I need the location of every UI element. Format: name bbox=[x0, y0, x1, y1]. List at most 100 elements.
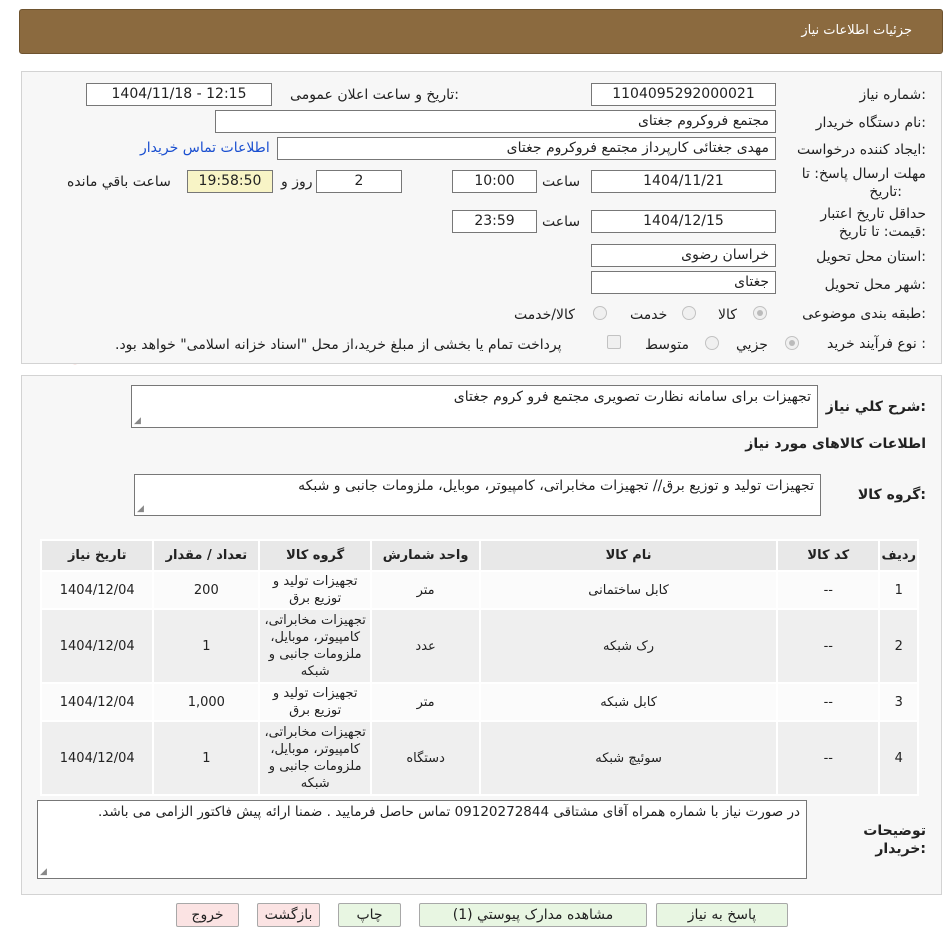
cell-code: -- bbox=[776, 570, 881, 610]
cell-name: رک شبکه bbox=[479, 608, 779, 684]
col-header-unit: واحد شمارش bbox=[370, 539, 482, 572]
cell-index: 2 bbox=[878, 608, 919, 684]
back-button[interactable]: بازگشت bbox=[257, 903, 320, 927]
requester-label: ایجاد کننده درخواست: bbox=[797, 142, 926, 158]
cell-date: 1404/12/04 bbox=[39, 608, 155, 684]
desc-label: شرح کلي نیاز: bbox=[825, 399, 926, 415]
category-goods-service-radio[interactable] bbox=[593, 306, 607, 320]
table-row: 1 -- کابل ساختمانی متر تجهیزات تولید و ت… bbox=[39, 570, 919, 610]
resize-grip-icon[interactable]: ◢ bbox=[134, 416, 141, 426]
col-header-name: نام کالا bbox=[479, 539, 779, 572]
col-header-code: کد کالا bbox=[776, 539, 881, 572]
cell-group: تجهیزات مخابراتی، کامپیوتر، موبایل، ملزو… bbox=[258, 720, 373, 796]
announce-field: 1404/11/18 - 12:15 bbox=[86, 83, 272, 106]
cell-unit: دستگاه bbox=[370, 720, 482, 796]
col-header-group: گروه کالا bbox=[258, 539, 373, 572]
exit-button[interactable]: خروج bbox=[176, 903, 239, 927]
cell-name: سوئیچ شبکه bbox=[479, 720, 779, 796]
process-minor-radio[interactable] bbox=[785, 336, 799, 350]
cell-qty: 200 bbox=[152, 570, 261, 610]
category-service-radio[interactable] bbox=[682, 306, 696, 320]
cell-unit: متر bbox=[370, 570, 482, 610]
group-text: تجهیزات تولید و توزیع برق// تجهیزات مخاب… bbox=[298, 478, 814, 494]
deadline-time-label: ساعت bbox=[542, 174, 581, 190]
province-field: خراسان رضوی bbox=[591, 244, 776, 267]
cell-group: تجهیزات تولید و توزیع برق bbox=[258, 570, 373, 610]
cell-code: -- bbox=[776, 608, 881, 684]
cell-group: تجهیزات تولید و توزیع برق bbox=[258, 682, 373, 722]
buyer-org-label: نام دستگاه خریدار: bbox=[815, 115, 926, 131]
items-table: ردیف کد کالا نام کالا واحد شمارش گروه کا… bbox=[39, 539, 919, 796]
category-label: طبقه بندی موضوعی: bbox=[802, 306, 926, 322]
notes-text: در صورت نیاز با شماره همراه آقای مشتاقی … bbox=[97, 804, 800, 820]
goods-info-title: اطلاعات کالاهای مورد نیاز bbox=[745, 436, 926, 452]
deadline-label-2: تاریخ: bbox=[869, 184, 902, 200]
need-number-label: شماره نیاز: bbox=[859, 87, 926, 103]
cell-code: -- bbox=[776, 682, 881, 722]
notes-label-2: خریدار: bbox=[875, 841, 926, 857]
cell-qty: 1,000 bbox=[152, 682, 261, 722]
notes-textarea: در صورت نیاز با شماره همراه آقای مشتاقی … bbox=[37, 800, 807, 879]
col-header-row-number: ردیف bbox=[878, 539, 919, 572]
city-field: جغتای bbox=[591, 271, 776, 294]
announce-label: تاریخ و ساعت اعلان عمومی: bbox=[290, 87, 459, 103]
table-row: 2 -- رک شبکه عدد تجهیزات مخابراتی، کامپی… bbox=[39, 608, 919, 684]
city-label: شهر محل تحویل: bbox=[824, 277, 926, 293]
days-field: 2 bbox=[316, 170, 402, 193]
cell-qty: 1 bbox=[152, 608, 261, 684]
validity-time-field: 23:59 bbox=[452, 210, 537, 233]
group-label: گروه کالا: bbox=[857, 487, 926, 503]
buyer-contact-link[interactable]: اطلاعات تماس خریدار bbox=[140, 140, 270, 156]
process-medium-radio[interactable] bbox=[705, 336, 719, 350]
process-medium-label: متوسط bbox=[645, 337, 689, 353]
cell-index: 4 bbox=[878, 720, 919, 796]
table-header-row: ردیف کد کالا نام کالا واحد شمارش گروه کا… bbox=[39, 539, 919, 572]
province-label: استان محل تحویل: bbox=[816, 249, 926, 265]
cell-name: کابل ساختمانی bbox=[479, 570, 779, 610]
view-attachments-button[interactable]: مشاهده مدارک پیوستي (1) bbox=[419, 903, 647, 927]
cell-name: کابل شبکه bbox=[479, 682, 779, 722]
validity-date-field: 1404/12/15 bbox=[591, 210, 776, 233]
notes-label: توضیحات bbox=[863, 823, 926, 839]
cell-date: 1404/12/04 bbox=[39, 720, 155, 796]
print-button[interactable]: چاپ bbox=[338, 903, 401, 927]
resize-grip-icon[interactable]: ◢ bbox=[137, 504, 144, 514]
cell-index: 1 bbox=[878, 570, 919, 610]
process-label: نوع فرآیند خرید : bbox=[827, 336, 926, 352]
cell-code: -- bbox=[776, 720, 881, 796]
desc-textarea: تجهیزات برای سامانه نظارت تصویری مجتمع ف… bbox=[131, 385, 818, 428]
deadline-label: مهلت ارسال پاسخ: تا bbox=[801, 166, 926, 182]
days-label: روز و bbox=[281, 174, 313, 190]
cell-unit: عدد bbox=[370, 608, 482, 684]
table-row: 3 -- کابل شبکه متر تجهیزات تولید و توزیع… bbox=[39, 682, 919, 722]
cell-date: 1404/12/04 bbox=[39, 682, 155, 722]
page-title: جزئیات اطلاعات نیاز bbox=[801, 23, 912, 38]
need-number-field: 1104095292000021 bbox=[591, 83, 776, 106]
col-header-qty: تعداد / مقدار bbox=[152, 539, 261, 572]
remaining-time-field: 19:58:50 bbox=[187, 170, 273, 193]
deadline-time-field: 10:00 bbox=[452, 170, 537, 193]
deadline-date-field: 1404/11/21 bbox=[591, 170, 776, 193]
resize-grip-icon[interactable]: ◢ bbox=[40, 867, 47, 877]
desc-text: تجهیزات برای سامانه نظارت تصویری مجتمع ف… bbox=[453, 389, 811, 405]
cell-date: 1404/12/04 bbox=[39, 570, 155, 610]
process-minor-label: جزیي bbox=[736, 337, 768, 353]
cell-index: 3 bbox=[878, 682, 919, 722]
treasury-payment-note: پرداخت تمام یا بخشی از مبلغ خرید،از محل … bbox=[115, 337, 562, 353]
remaining-label: ساعت باقي مانده bbox=[67, 174, 171, 190]
cell-group: تجهیزات مخابراتی، کامپیوتر، موبایل، ملزو… bbox=[258, 608, 373, 684]
category-goods-label: کالا bbox=[718, 307, 737, 323]
validity-label-2: قیمت: تا تاریخ: bbox=[838, 224, 926, 240]
requester-field: مهدی جغتائی کارپرداز مجتمع فروکروم جغتای bbox=[277, 137, 776, 160]
category-service-label: خدمت bbox=[630, 307, 668, 323]
cell-unit: متر bbox=[370, 682, 482, 722]
page-header: جزئیات اطلاعات نیاز bbox=[19, 9, 943, 54]
category-goods-radio[interactable] bbox=[753, 306, 767, 320]
validity-label: حداقل تاریخ اعتبار bbox=[820, 206, 926, 222]
buyer-org-field: مجتمع فروکروم جغتای bbox=[215, 110, 776, 133]
treasury-payment-checkbox[interactable] bbox=[607, 335, 621, 349]
group-textarea: تجهیزات تولید و توزیع برق// تجهیزات مخاب… bbox=[134, 474, 821, 516]
col-header-date: تاریخ نیاز bbox=[39, 539, 155, 572]
reply-button[interactable]: پاسخ به نیاز bbox=[656, 903, 788, 927]
table-row: 4 -- سوئیچ شبکه دستگاه تجهیزات مخابراتی،… bbox=[39, 720, 919, 796]
